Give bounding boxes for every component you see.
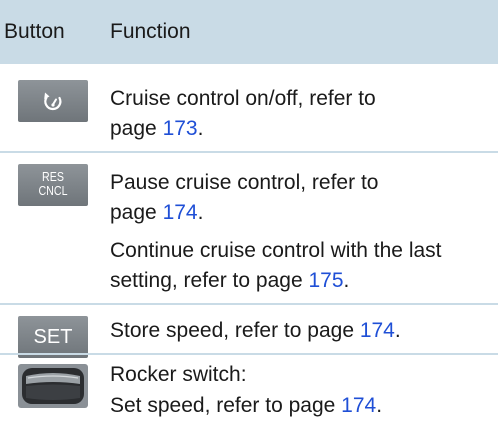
page-link[interactable]: 174 (341, 394, 376, 417)
set-label: SET (33, 326, 73, 348)
table-header: Button Function (0, 0, 498, 64)
row-text-line: Continue cruise control with the last (110, 239, 442, 262)
row-divider (0, 353, 498, 355)
page-link[interactable]: 175 (308, 269, 343, 292)
page-link[interactable]: 174 (163, 201, 198, 224)
cruise-control-icon (18, 80, 88, 122)
res-cncl-icon: RES CNCL (18, 164, 88, 206)
page-link[interactable]: 173 (163, 117, 198, 140)
column-header-function: Function (110, 20, 191, 43)
row-divider (0, 151, 498, 153)
row-text-line: setting, refer to page 175. (110, 269, 350, 292)
row-text-line: Store speed, refer to page 174. (110, 319, 401, 342)
row-text-line: page 173. (110, 117, 204, 140)
row-divider (0, 303, 498, 305)
row-text-line: Set speed, refer to page 174. (110, 394, 383, 417)
rocker-switch-icon (18, 364, 88, 413)
set-icon: SET (18, 316, 88, 358)
row-text-line: Cruise control on/off, refer to (110, 87, 376, 110)
column-header-button: Button (4, 20, 65, 43)
row-text-line: page 174. (110, 201, 204, 224)
row-text-line: Rocker switch: (110, 363, 247, 386)
res-label: RES (42, 169, 64, 184)
row-text-line: Pause cruise control, refer to (110, 171, 379, 194)
page-link[interactable]: 174 (360, 319, 395, 342)
cncl-label: CNCL (38, 183, 68, 198)
